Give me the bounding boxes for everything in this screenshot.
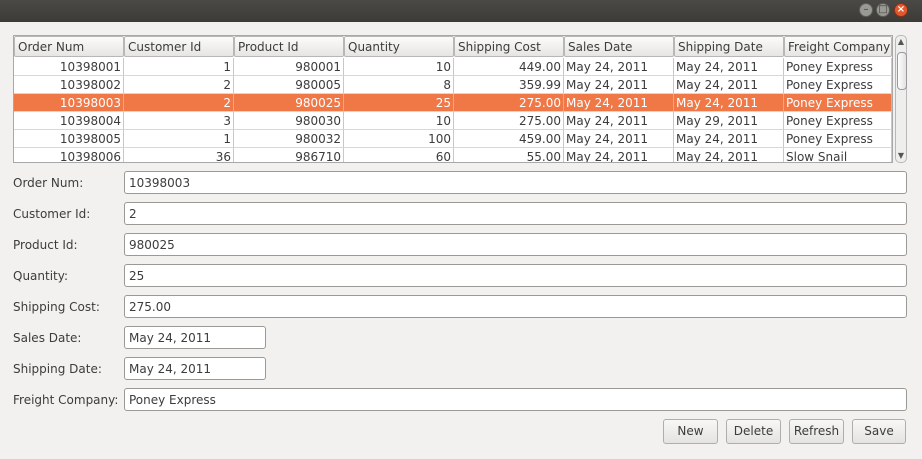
scroll-down-arrow-icon[interactable]: ▼ [897,151,905,161]
table-cell: May 24, 2011 [674,76,784,94]
scroll-up-arrow-icon[interactable]: ▲ [897,37,905,47]
table-row[interactable]: 10398006 36 986710 60 55.00 May 24, 2011 May 2… [14,148,892,162]
column-header[interactable]: Order Num [14,36,124,57]
close-icon[interactable]: × [894,3,908,17]
table-cell: May 29, 2011 [674,112,784,130]
table-cell: 980025 [234,94,344,112]
order-num-field[interactable]: 10398003 [124,171,907,194]
table-cell: 10398003 [14,94,124,112]
sales-date-label: Sales Date: [13,331,82,345]
product-id-label: Product Id: [13,238,78,252]
table-cell: 25 [344,94,454,112]
table-cell: May 24, 2011 [564,94,674,112]
table-cell: 980032 [234,130,344,148]
table-cell: 980001 [234,58,344,76]
table-cell: 8 [344,76,454,94]
table-row[interactable]: 10398005 1 980032 100 459.00 May 24, 2011 May … [14,130,892,148]
table-cell: May 24, 2011 [674,94,784,112]
table-cell: Poney Express [784,94,892,112]
freight-company-field[interactable]: Poney Express [124,388,907,411]
quantity-field[interactable]: 25 [124,264,907,287]
column-header[interactable]: Customer Id [124,36,234,57]
table-cell: 55.00 [454,148,564,162]
table-cell: 10398002 [14,76,124,94]
table-cell: May 24, 2011 [564,58,674,76]
table-cell: May 24, 2011 [674,130,784,148]
table-cell: 1 [124,58,234,76]
minimize-icon[interactable]: – [859,3,873,17]
scrollbar-thumb[interactable] [897,52,907,90]
column-header[interactable]: Product Id [234,36,344,57]
table-cell: 100 [344,130,454,148]
table-cell: 3 [124,112,234,130]
delete-button[interactable]: Delete [726,419,781,444]
table-cell: Poney Express [784,58,892,76]
table-body: 10398001 1 980001 10 449.00 May 24, 2011 May 2… [14,58,892,162]
table-cell: May 24, 2011 [674,58,784,76]
table-cell: Poney Express [784,112,892,130]
table-cell: 980005 [234,76,344,94]
table-cell: May 24, 2011 [564,148,674,162]
shipping-cost-field[interactable]: 275.00 [124,295,907,318]
product-id-field[interactable]: 980025 [124,233,907,256]
table-cell: 1 [124,130,234,148]
table-cell: 986710 [234,148,344,162]
table-cell: Slow Snail [784,148,892,162]
main-panel: Order Num Customer Id Product Id Quantity Sh… [0,22,922,459]
table-cell: 275.00 [454,112,564,130]
title-bar: – □ × [0,0,922,22]
table-row[interactable]: 10398002 2 980005 8 359.99 May 24, 2011 May 24… [14,76,892,94]
column-header[interactable]: Sales Date [564,36,674,57]
table-cell: May 24, 2011 [564,112,674,130]
shipping-cost-label: Shipping Cost: [13,300,100,314]
refresh-button[interactable]: Refresh [789,419,844,444]
table-cell: 10398004 [14,112,124,130]
table-cell: May 24, 2011 [674,148,784,162]
save-button[interactable]: Save [852,419,906,444]
table-row[interactable]: 10398001 1 980001 10 449.00 May 24, 2011 May 2… [14,58,892,76]
table-cell: May 24, 2011 [564,76,674,94]
column-header[interactable]: Quantity [344,36,454,57]
table-row-selected[interactable]: 10398003 2 980025 25 275.00 May 24, 2011 May 2… [14,94,892,112]
customer-id-field[interactable]: 2 [124,202,907,225]
table-cell: 2 [124,76,234,94]
shipping-date-field[interactable]: May 24, 2011 [124,357,266,380]
freight-company-label: Freight Company: [13,393,119,407]
column-header[interactable]: Shipping Cost [454,36,564,57]
table-cell: 10 [344,112,454,130]
new-button[interactable]: New [663,419,718,444]
table-cell: May 24, 2011 [564,130,674,148]
table-cell: 60 [344,148,454,162]
table-cell: 10398006 [14,148,124,162]
table-cell: 36 [124,148,234,162]
column-header[interactable]: Freight Company [784,36,892,57]
table-scrollbar[interactable]: ▲ ▼ [895,35,907,163]
table-cell: 359.99 [454,76,564,94]
maximize-icon[interactable]: □ [876,3,890,17]
shipping-date-label: Shipping Date: [13,362,102,376]
table-cell: 10 [344,58,454,76]
table-cell: 980030 [234,112,344,130]
table-cell: 449.00 [454,58,564,76]
table-cell: 10398005 [14,130,124,148]
customer-id-label: Customer Id: [13,207,91,221]
table-cell: Poney Express [784,76,892,94]
table-cell: 459.00 [454,130,564,148]
orders-table: Order Num Customer Id Product Id Quantity Sh… [13,35,893,163]
quantity-label: Quantity: [13,269,69,283]
table-cell: Poney Express [784,130,892,148]
table-header: Order Num Customer Id Product Id Quantity Sh… [14,36,892,57]
table-cell: 10398001 [14,58,124,76]
order-num-label: Order Num: [13,176,84,190]
table-cell: 275.00 [454,94,564,112]
table-row[interactable]: 10398004 3 980030 10 275.00 May 24, 2011 May 2… [14,112,892,130]
table-cell: 2 [124,94,234,112]
column-header[interactable]: Shipping Date [674,36,784,57]
sales-date-field[interactable]: May 24, 2011 [124,326,266,349]
